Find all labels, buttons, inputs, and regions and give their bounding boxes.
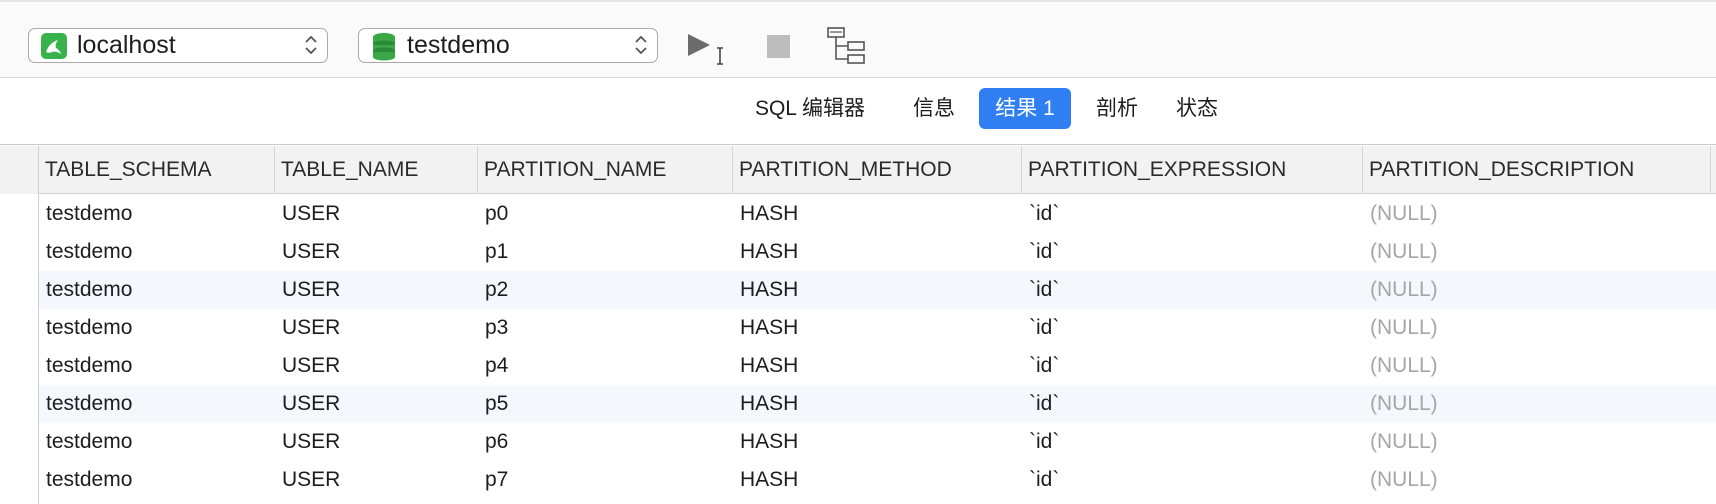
column-header-partition-expression[interactable]: PARTITION_EXPRESSION <box>1022 146 1363 194</box>
cell-table-schema[interactable]: testdemo <box>39 423 275 461</box>
column-header-table-name[interactable]: TABLE_NAME <box>275 146 478 194</box>
cell-partition-method[interactable]: HASH <box>733 347 1022 385</box>
cell-partition-method[interactable]: HASH <box>733 195 1022 233</box>
query-toolbar: localhost testdemo <box>0 0 1716 78</box>
database-select[interactable]: testdemo <box>358 28 658 63</box>
cell-partition-name[interactable]: p1 <box>478 233 733 271</box>
cell-partition-expression[interactable]: `id` <box>1022 385 1363 423</box>
row-gutter-cell <box>0 385 39 423</box>
header-gutter <box>0 146 39 194</box>
play-icon <box>688 34 723 65</box>
cell-table-schema[interactable]: testdemo <box>39 461 275 499</box>
stop-icon <box>767 35 790 58</box>
results-grid: TABLE_SCHEMA TABLE_NAME PARTITION_NAME P… <box>0 146 1716 504</box>
tab-info[interactable]: 信息 <box>901 88 967 129</box>
cell-partition-description[interactable]: (NULL) <box>1363 271 1711 309</box>
cell-partition-name[interactable]: p6 <box>478 423 733 461</box>
cell-partition-description[interactable]: (NULL) <box>1363 195 1711 233</box>
cell-partition-name[interactable]: p3 <box>478 309 733 347</box>
cell-partition-description[interactable]: (NULL) <box>1363 309 1711 347</box>
cell-partition-expression[interactable]: `id` <box>1022 195 1363 233</box>
cell-partition-description[interactable]: (NULL) <box>1363 233 1711 271</box>
row-gutter-cell <box>0 233 39 271</box>
connection-label: localhost <box>77 31 176 59</box>
run-button[interactable] <box>684 30 734 70</box>
table-row[interactable]: testdemo USER p2 HASH `id` (NULL) <box>0 271 1716 309</box>
cell-partition-expression[interactable]: `id` <box>1022 423 1363 461</box>
table-row[interactable]: testdemo USER p3 HASH `id` (NULL) <box>0 309 1716 347</box>
cell-table-schema[interactable]: testdemo <box>39 271 275 309</box>
table-row[interactable]: testdemo USER p0 HASH `id` (NULL) <box>0 195 1716 233</box>
connection-select[interactable]: localhost <box>28 28 328 63</box>
result-tabs: SQL 编辑器 信息 结果 1 剖析 状态 <box>0 79 1716 145</box>
row-gutter-cell <box>0 423 39 461</box>
cell-partition-name[interactable]: p4 <box>478 347 733 385</box>
cell-partition-expression[interactable]: `id` <box>1022 233 1363 271</box>
cell-partition-method[interactable]: HASH <box>733 271 1022 309</box>
explain-tree-icon <box>827 27 865 64</box>
cell-table-name[interactable]: USER <box>275 461 478 499</box>
cell-table-schema[interactable]: testdemo <box>39 233 275 271</box>
row-gutter-cell <box>0 461 39 499</box>
cell-partition-expression[interactable]: `id` <box>1022 309 1363 347</box>
table-row[interactable]: testdemo USER p5 HASH `id` (NULL) <box>0 385 1716 423</box>
mysql-dolphin-icon <box>39 31 69 61</box>
explain-button[interactable] <box>826 26 872 66</box>
row-gutter-cell <box>0 271 39 309</box>
column-header-partition-description[interactable]: PARTITION_DESCRIPTION <box>1363 146 1711 194</box>
cell-partition-description[interactable]: (NULL) <box>1363 347 1711 385</box>
stop-button[interactable] <box>764 32 792 60</box>
cell-partition-method[interactable]: HASH <box>733 385 1022 423</box>
cell-table-name[interactable]: USER <box>275 233 478 271</box>
cell-partition-expression[interactable]: `id` <box>1022 271 1363 309</box>
row-gutter-cell <box>0 347 39 385</box>
cell-table-schema[interactable]: testdemo <box>39 347 275 385</box>
chevron-updown-icon <box>635 35 647 55</box>
cell-partition-name[interactable]: p2 <box>478 271 733 309</box>
cell-partition-method[interactable]: HASH <box>733 461 1022 499</box>
table-row[interactable]: testdemo USER p7 HASH `id` (NULL) <box>0 461 1716 499</box>
cell-partition-name[interactable]: p7 <box>478 461 733 499</box>
cell-table-name[interactable]: USER <box>275 347 478 385</box>
column-header-partition-name[interactable]: PARTITION_NAME <box>478 146 733 194</box>
table-row[interactable]: testdemo USER p6 HASH `id` (NULL) <box>0 423 1716 461</box>
cell-partition-expression[interactable]: `id` <box>1022 461 1363 499</box>
chevron-updown-icon <box>305 35 317 55</box>
cell-partition-method[interactable]: HASH <box>733 309 1022 347</box>
cell-table-name[interactable]: USER <box>275 271 478 309</box>
table-row[interactable]: testdemo USER p1 HASH `id` (NULL) <box>0 233 1716 271</box>
cell-partition-method[interactable]: HASH <box>733 423 1022 461</box>
database-stack-icon <box>369 31 399 61</box>
tab-profile[interactable]: 剖析 <box>1084 88 1150 129</box>
tab-status[interactable]: 状态 <box>1164 88 1230 129</box>
cell-table-name[interactable]: USER <box>275 195 478 233</box>
column-header-table-schema[interactable]: TABLE_SCHEMA <box>39 146 275 194</box>
row-gutter-cell <box>0 309 39 347</box>
cell-partition-method[interactable]: HASH <box>733 233 1022 271</box>
cell-partition-name[interactable]: p5 <box>478 385 733 423</box>
grid-header: TABLE_SCHEMA TABLE_NAME PARTITION_NAME P… <box>0 146 1716 194</box>
cell-table-schema[interactable]: testdemo <box>39 385 275 423</box>
cell-partition-expression[interactable]: `id` <box>1022 347 1363 385</box>
cell-partition-name[interactable]: p0 <box>478 195 733 233</box>
tab-result-1[interactable]: 结果 1 <box>979 88 1071 129</box>
cell-table-schema[interactable]: testdemo <box>39 309 275 347</box>
table-row[interactable]: testdemo USER p4 HASH `id` (NULL) <box>0 347 1716 385</box>
column-header-partition-method[interactable]: PARTITION_METHOD <box>733 146 1022 194</box>
cell-table-name[interactable]: USER <box>275 309 478 347</box>
cell-partition-description[interactable]: (NULL) <box>1363 461 1711 499</box>
row-gutter-cell <box>0 195 39 233</box>
cell-partition-description[interactable]: (NULL) <box>1363 385 1711 423</box>
tab-sql-editor[interactable]: SQL 编辑器 <box>745 88 875 129</box>
database-label: testdemo <box>407 31 510 59</box>
cell-table-schema[interactable]: testdemo <box>39 195 275 233</box>
cell-table-name[interactable]: USER <box>275 423 478 461</box>
cell-table-name[interactable]: USER <box>275 385 478 423</box>
cell-partition-description[interactable]: (NULL) <box>1363 423 1711 461</box>
